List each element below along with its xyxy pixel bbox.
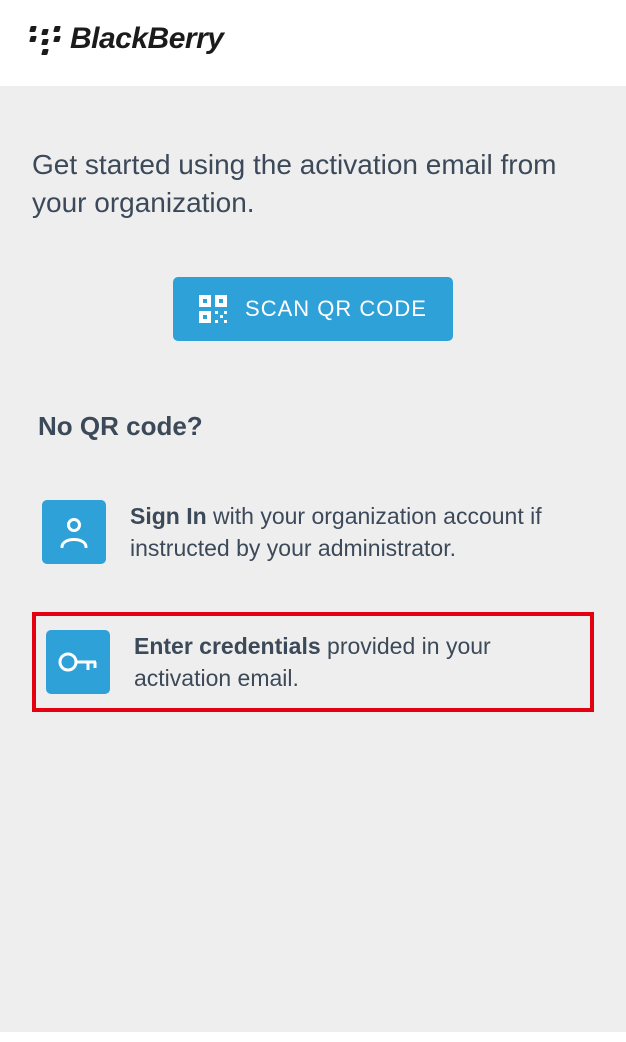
main-content: Get started using the activation email f… bbox=[0, 86, 626, 1032]
no-qr-heading: No QR code? bbox=[38, 411, 594, 442]
option-sign-in-strong: Sign In bbox=[130, 503, 207, 529]
option-sign-in[interactable]: Sign In with your organization account i… bbox=[32, 492, 594, 572]
blackberry-logo-icon bbox=[30, 26, 60, 52]
key-icon bbox=[46, 630, 110, 694]
person-icon bbox=[42, 500, 106, 564]
scan-qr-button[interactable]: SCAN QR CODE bbox=[173, 277, 453, 341]
intro-text: Get started using the activation email f… bbox=[32, 146, 594, 222]
brand-wordmark: BlackBerry bbox=[70, 22, 223, 56]
option-enter-credentials-strong: Enter credentials bbox=[134, 633, 321, 659]
option-sign-in-text: Sign In with your organization account i… bbox=[130, 500, 584, 564]
option-enter-credentials[interactable]: Enter credentials provided in your activ… bbox=[32, 612, 594, 712]
scan-qr-button-label: SCAN QR CODE bbox=[245, 296, 427, 322]
app-header: BlackBerry bbox=[0, 0, 626, 86]
option-enter-credentials-text: Enter credentials provided in your activ… bbox=[134, 630, 580, 694]
scan-button-wrap: SCAN QR CODE bbox=[32, 277, 594, 341]
qr-code-icon bbox=[199, 295, 227, 323]
